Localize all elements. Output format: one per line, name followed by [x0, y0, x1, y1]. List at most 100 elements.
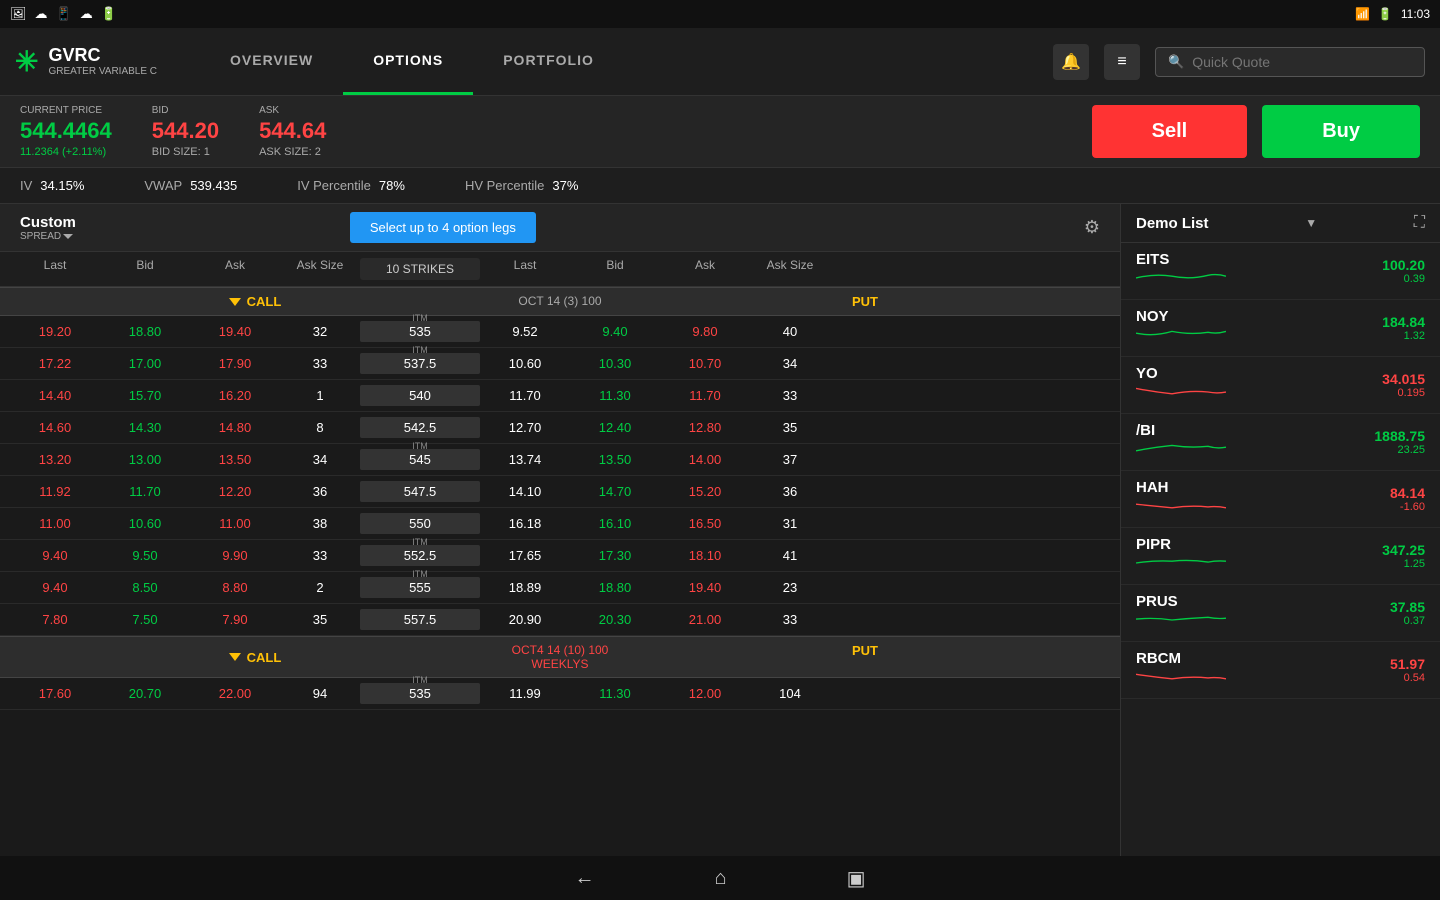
back-button[interactable]: ← [575, 867, 595, 890]
table-row[interactable]: 17.22 17.00 17.90 33 ITM537.5 10.60 10.3… [0, 348, 1120, 380]
strike-price[interactable]: ITM545 [360, 449, 480, 470]
status-icon-upload: ☁ [35, 6, 48, 22]
put-ask: 9.80 [660, 324, 750, 339]
status-bar-left: 🖼 ☁ 📱 ☁ 🔋 [10, 6, 117, 22]
watchlist-price: 347.25 [1382, 542, 1425, 558]
list-item[interactable]: NOY 184.84 1.32 [1121, 300, 1440, 357]
settings-icon[interactable]: ⚙ [1084, 217, 1100, 238]
sell-button[interactable]: Sell [1092, 105, 1248, 158]
strike-price[interactable]: ITM535 [360, 321, 480, 342]
expiry-call-label-1: CALL [10, 643, 500, 671]
select-legs-button[interactable]: Select up to 4 option legs [350, 212, 536, 243]
spread-label-group: Custom SPREAD [20, 214, 76, 242]
quick-quote-box[interactable]: 🔍 [1155, 47, 1425, 77]
sparkline-chart [1136, 382, 1226, 402]
expand-icon[interactable]: ⛶ [1414, 214, 1425, 232]
watchlist-ticker: RBCM [1136, 650, 1226, 667]
quick-quote-input[interactable] [1192, 54, 1412, 70]
logo-icon: ✳ [15, 45, 38, 78]
col-put-asksize: Ask Size [750, 258, 830, 280]
notification-button[interactable]: 🔔 [1053, 44, 1089, 80]
call-asksize: 34 [280, 452, 360, 467]
put-last: 18.89 [480, 580, 570, 595]
tab-portfolio[interactable]: PORTFOLIO [473, 28, 624, 95]
strike-price[interactable]: ITM535 [360, 683, 480, 704]
watchlist-right: 84.14 -1.60 [1390, 485, 1425, 513]
call-asksize: 33 [280, 356, 360, 371]
strike-price[interactable]: ITM537.5 [360, 353, 480, 374]
expiry-row-1: CALL OCT4 14 (10) 100 WEEKLYS PUT [0, 636, 1120, 678]
watchlist-left: HAH [1136, 479, 1226, 519]
call-bid: 8.50 [100, 580, 190, 595]
put-asksize: 35 [750, 420, 830, 435]
strike-price[interactable]: 542.5 [360, 417, 480, 438]
list-item[interactable]: PRUS 37.85 0.37 [1121, 585, 1440, 642]
call-last: 19.20 [10, 324, 100, 339]
call-bid: 7.50 [100, 612, 190, 627]
put-last: 16.18 [480, 516, 570, 531]
watchlist-ticker: EITS [1136, 251, 1226, 268]
list-item[interactable]: HAH 84.14 -1.60 [1121, 471, 1440, 528]
menu-button[interactable]: ≡ [1104, 44, 1140, 80]
put-asksize: 37 [750, 452, 830, 467]
table-row[interactable]: 7.80 7.50 7.90 35 557.5 20.90 20.30 21.0… [0, 604, 1120, 636]
table-row[interactable]: 11.92 11.70 12.20 36 547.5 14.10 14.70 1… [0, 476, 1120, 508]
col-call-last: Last [10, 258, 100, 280]
buy-button[interactable]: Buy [1262, 105, 1420, 158]
home-button[interactable]: ⌂ [715, 867, 727, 890]
vwap-item: VWAP 539.435 [144, 178, 237, 193]
put-bid: 17.30 [570, 548, 660, 563]
tab-overview[interactable]: OVERVIEW [200, 28, 343, 95]
watchlist-container: EITS 100.20 0.39 NOY 184.84 1.32 YO [1121, 243, 1440, 699]
call-bid: 10.60 [100, 516, 190, 531]
put-asksize: 33 [750, 612, 830, 627]
list-item[interactable]: EITS 100.20 0.39 [1121, 243, 1440, 300]
sparkline-chart [1136, 268, 1226, 288]
table-row[interactable]: 9.40 9.50 9.90 33 ITM552.5 17.65 17.30 1… [0, 540, 1120, 572]
list-item[interactable]: YO 34.015 0.195 [1121, 357, 1440, 414]
list-item[interactable]: /BI 1888.75 23.25 [1121, 414, 1440, 471]
call-bid: 20.70 [100, 686, 190, 701]
list-item[interactable]: PIPR 347.25 1.25 [1121, 528, 1440, 585]
put-last: 17.65 [480, 548, 570, 563]
call-ask: 9.90 [190, 548, 280, 563]
table-row[interactable]: 13.20 13.00 13.50 34 ITM545 13.74 13.50 … [0, 444, 1120, 476]
strike-price[interactable]: 550 [360, 513, 480, 534]
table-row[interactable]: 11.00 10.60 11.00 38 550 16.18 16.10 16.… [0, 508, 1120, 540]
table-row[interactable]: 9.40 8.50 8.80 2 ITM555 18.89 18.80 19.4… [0, 572, 1120, 604]
strike-price[interactable]: 557.5 [360, 609, 480, 630]
strike-price[interactable]: ITM552.5 [360, 545, 480, 566]
top-nav: ✳ GVRC GREATER VARIABLE C OVERVIEW OPTIO… [0, 28, 1440, 96]
ask-value: 544.64 [259, 117, 326, 146]
put-bid: 13.50 [570, 452, 660, 467]
put-asksize: 23 [750, 580, 830, 595]
search-icon: 🔍 [1168, 54, 1184, 70]
recent-button[interactable]: ▣ [847, 866, 866, 891]
table-row[interactable]: 17.60 20.70 22.00 94 ITM535 11.99 11.30 … [0, 678, 1120, 710]
table-row[interactable]: 14.60 14.30 14.80 8 542.5 12.70 12.40 12… [0, 412, 1120, 444]
current-price-label: CURRENT PRICE [20, 104, 112, 117]
strike-price[interactable]: ITM555 [360, 577, 480, 598]
watchlist-left: PIPR [1136, 536, 1226, 576]
table-row[interactable]: 19.20 18.80 19.40 32 ITM535 9.52 9.40 9.… [0, 316, 1120, 348]
call-bid: 11.70 [100, 484, 190, 499]
call-asksize: 32 [280, 324, 360, 339]
watchlist-change: 0.195 [1382, 387, 1425, 399]
put-last: 13.74 [480, 452, 570, 467]
spread-label: Custom [20, 214, 76, 231]
strikes-selector[interactable]: 10 STRIKES [360, 258, 480, 280]
put-asksize: 36 [750, 484, 830, 499]
call-last: 11.00 [10, 516, 100, 531]
list-item[interactable]: RBCM 51.97 0.54 [1121, 642, 1440, 699]
tab-options[interactable]: OPTIONS [343, 28, 473, 95]
put-last: 14.10 [480, 484, 570, 499]
put-ask: 14.00 [660, 452, 750, 467]
watchlist-right: 51.97 0.54 [1390, 656, 1425, 684]
table-row[interactable]: 14.40 15.70 16.20 1 540 11.70 11.30 11.7… [0, 380, 1120, 412]
iv-item: IV 34.15% [20, 178, 84, 193]
iv-value: 34.15% [40, 178, 84, 193]
ask-section: ASK 544.64 ASK SIZE: 2 [259, 104, 326, 160]
strike-price[interactable]: 547.5 [360, 481, 480, 502]
call-asksize: 38 [280, 516, 360, 531]
strike-price[interactable]: 540 [360, 385, 480, 406]
